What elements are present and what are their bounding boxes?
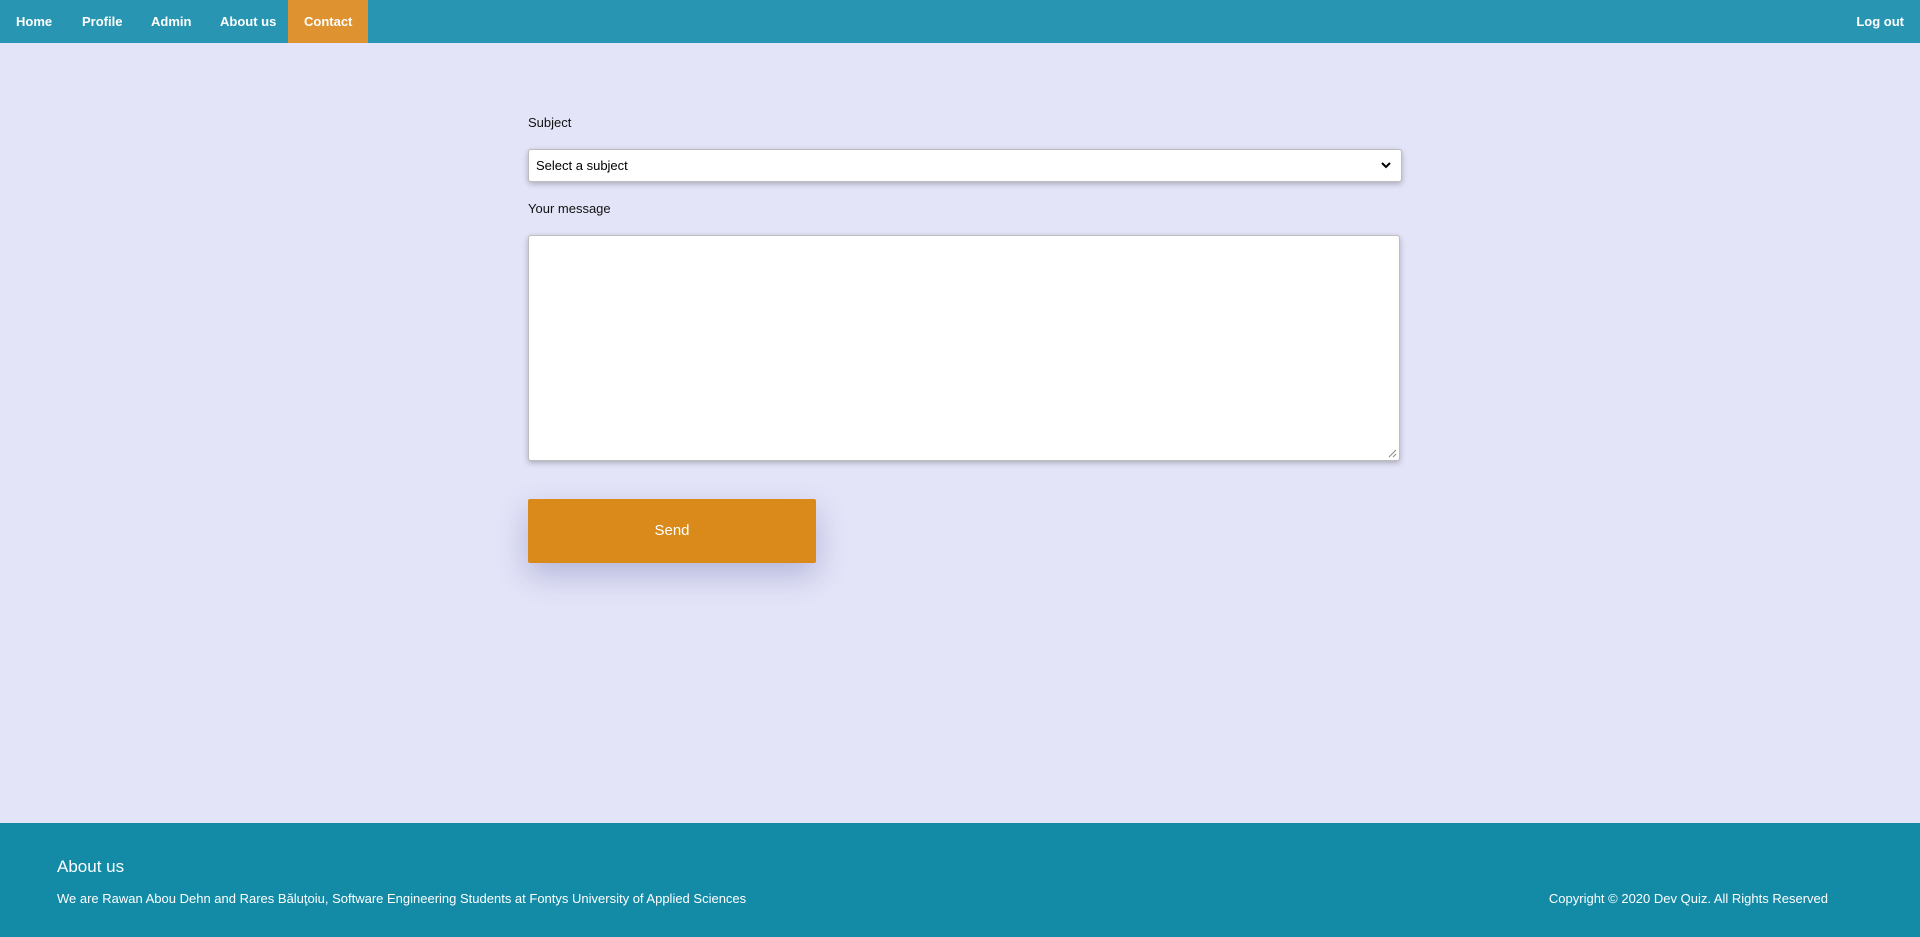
nav-contact[interactable]: Contact [288, 0, 369, 43]
message-textarea[interactable] [528, 235, 1400, 461]
nav-home[interactable]: Home [0, 0, 68, 43]
chevron-down-icon [1381, 162, 1391, 169]
footer-title: About us [57, 857, 125, 876]
logout-link[interactable]: Log out [1840, 0, 1920, 43]
send-button[interactable]: Send [528, 499, 816, 563]
subject-label: Subject [528, 115, 572, 130]
nav-about-us[interactable]: About us [204, 0, 292, 43]
subject-select[interactable]: Select a subject [528, 149, 1402, 182]
footer-description: We are Rawan Abou Dehn and Rares Băluţoi… [57, 891, 747, 906]
subject-select-value: Select a subject [536, 158, 628, 173]
top-navbar: Home Profile Admin About us Contact Log … [0, 0, 1920, 43]
footer: About us We are Rawan Abou Dehn and Rare… [0, 823, 1920, 937]
nav-admin[interactable]: Admin [135, 0, 207, 43]
resize-handle-icon[interactable] [1388, 449, 1397, 458]
footer-copyright: Copyright © 2020 Dev Quiz. All Rights Re… [1548, 891, 1828, 906]
message-label: Your message [528, 201, 611, 216]
nav-profile[interactable]: Profile [66, 0, 138, 43]
